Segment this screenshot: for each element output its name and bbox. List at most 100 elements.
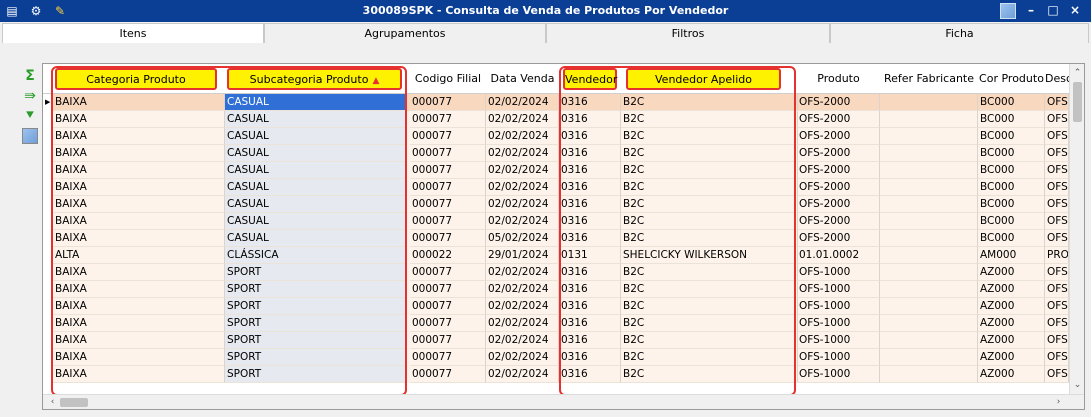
cell-categoria[interactable]: BAIXA bbox=[53, 111, 225, 128]
cell-codigo-filial[interactable]: 000077 bbox=[410, 315, 486, 332]
row-indicator[interactable] bbox=[43, 332, 53, 349]
cell-produto[interactable]: OFS-2000 bbox=[797, 162, 880, 179]
cell-refer-fabricante[interactable] bbox=[880, 247, 978, 264]
row-indicator[interactable] bbox=[43, 111, 53, 128]
cell-data-venda[interactable]: 02/02/2024 bbox=[486, 264, 559, 281]
cell-vendedor-apelido[interactable]: B2C bbox=[621, 281, 798, 298]
cell-vendedor[interactable]: 0316 bbox=[559, 111, 621, 128]
cell-subcategoria[interactable]: CASUAL bbox=[225, 162, 407, 179]
user-avatar-icon[interactable] bbox=[1000, 3, 1016, 19]
cell-desc[interactable]: OFS bbox=[1045, 264, 1069, 281]
row-indicator[interactable] bbox=[43, 366, 53, 383]
cell-codigo-filial[interactable]: 000077 bbox=[410, 366, 486, 383]
cell-codigo-filial[interactable]: 000077 bbox=[410, 179, 486, 196]
close-button[interactable]: × bbox=[1066, 3, 1084, 19]
cell-categoria[interactable]: BAIXA bbox=[53, 315, 225, 332]
cell-data-venda[interactable]: 02/02/2024 bbox=[486, 145, 559, 162]
cell-cor-produto[interactable]: AZ000 bbox=[978, 366, 1045, 383]
table-row[interactable]: BAIXACASUAL00007702/02/20240316B2COFS-20… bbox=[43, 196, 1084, 213]
cell-categoria[interactable]: BAIXA bbox=[53, 230, 225, 247]
scroll-left-icon[interactable]: ‹ bbox=[45, 395, 60, 409]
cell-codigo-filial[interactable]: 000077 bbox=[410, 94, 486, 111]
table-row[interactable]: BAIXA SPORT 000077 02/02/2024 0316 B2C OFS-100… bbox=[43, 315, 1084, 332]
cell-subcategoria[interactable]: SPORT bbox=[225, 315, 407, 332]
cell-cor-produto[interactable]: AZ000 bbox=[978, 298, 1045, 315]
cell-codigo-filial[interactable]: 000077 bbox=[410, 162, 486, 179]
column-header-data-venda[interactable]: Data Venda bbox=[486, 64, 559, 94]
cell-vendedor[interactable]: 0316 bbox=[559, 179, 621, 196]
cell-cor-produto[interactable]: BC000 bbox=[978, 196, 1045, 213]
cell-produto[interactable]: OFS-2000 bbox=[797, 196, 880, 213]
cell-vendedor-apelido[interactable]: B2C bbox=[621, 315, 798, 332]
cell-desc[interactable]: OFS bbox=[1045, 179, 1069, 196]
cell-refer-fabricante[interactable] bbox=[880, 145, 978, 162]
cell-vendedor-apelido[interactable]: B2C bbox=[621, 349, 798, 366]
row-indicator[interactable] bbox=[43, 145, 53, 162]
cell-subcategoria[interactable]: CLÁSSICA bbox=[225, 247, 407, 264]
cell-produto[interactable]: OFS-1000 bbox=[797, 366, 880, 383]
cell-vendedor-apelido[interactable]: B2C bbox=[621, 94, 798, 111]
cell-categoria[interactable]: ALTA bbox=[53, 247, 225, 264]
cell-vendedor[interactable]: 0316 bbox=[559, 213, 621, 230]
tab-ficha[interactable]: Ficha bbox=[830, 23, 1089, 43]
cell-codigo-filial[interactable]: 000077 bbox=[410, 264, 486, 281]
column-header-cor-produto[interactable]: Cor Produto bbox=[978, 64, 1045, 94]
cell-codigo-filial[interactable]: 000077 bbox=[410, 281, 486, 298]
column-header-vendedor-apelido[interactable]: Vendedor Apelido bbox=[626, 68, 781, 90]
cell-subcategoria[interactable]: CASUAL bbox=[225, 128, 407, 145]
user-photo-icon[interactable] bbox=[22, 128, 38, 144]
cell-data-venda[interactable]: 02/02/2024 bbox=[486, 94, 559, 111]
cell-refer-fabricante[interactable] bbox=[880, 298, 978, 315]
cell-cor-produto[interactable]: BC000 bbox=[978, 94, 1045, 111]
column-header-produto[interactable]: Produto bbox=[797, 64, 880, 94]
filter-down-icon[interactable]: ⯆ bbox=[22, 108, 38, 124]
scroll-down-icon[interactable]: ⌄ bbox=[1070, 378, 1084, 393]
column-header-subcategoria[interactable]: Subcategoria Produto ▲ bbox=[227, 68, 402, 90]
column-header-desc[interactable]: Desc bbox=[1045, 64, 1069, 94]
cell-refer-fabricante[interactable] bbox=[880, 264, 978, 281]
cell-cor-produto[interactable]: BC000 bbox=[978, 145, 1045, 162]
cell-vendedor[interactable]: 0316 bbox=[559, 332, 621, 349]
cell-vendedor[interactable]: 0316 bbox=[559, 162, 621, 179]
row-indicator[interactable] bbox=[43, 315, 53, 332]
table-row[interactable]: BAIXACASUAL00007702/02/20240316B2COFS-20… bbox=[43, 213, 1084, 230]
cell-desc[interactable]: OFS bbox=[1045, 213, 1069, 230]
cell-vendedor-apelido[interactable]: B2C bbox=[621, 230, 798, 247]
cell-categoria[interactable]: BAIXA bbox=[53, 128, 225, 145]
cell-desc[interactable]: OFS bbox=[1045, 366, 1069, 383]
scroll-up-icon[interactable]: ⌃ bbox=[1070, 66, 1084, 81]
cell-vendedor-apelido[interactable]: B2C bbox=[621, 179, 798, 196]
cell-subcategoria[interactable]: CASUAL bbox=[225, 179, 407, 196]
cell-refer-fabricante[interactable] bbox=[880, 332, 978, 349]
cell-produto[interactable]: OFS-2000 bbox=[797, 213, 880, 230]
row-indicator[interactable] bbox=[43, 94, 53, 111]
table-row[interactable]: BAIXA SPORT 000077 02/02/2024 0316 B2C OFS-100… bbox=[43, 349, 1084, 366]
cell-data-venda[interactable]: 02/02/2024 bbox=[486, 128, 559, 145]
cell-data-venda[interactable]: 02/02/2024 bbox=[486, 162, 559, 179]
cell-produto[interactable]: OFS-1000 bbox=[797, 349, 880, 366]
export-icon[interactable]: ⇛ bbox=[22, 88, 38, 104]
cell-codigo-filial[interactable]: 000077 bbox=[410, 128, 486, 145]
cell-vendedor[interactable]: 0316 bbox=[559, 196, 621, 213]
cell-vendedor[interactable]: 0316 bbox=[559, 128, 621, 145]
table-row[interactable]: ALTA CLÁSSICA 000022 29/01/2024 0131 SHELCICK… bbox=[43, 247, 1084, 264]
cell-vendedor-apelido[interactable]: B2C bbox=[621, 298, 798, 315]
row-indicator[interactable] bbox=[43, 196, 53, 213]
horizontal-scrollbar[interactable]: ‹ › bbox=[43, 394, 1084, 409]
cell-data-venda[interactable]: 02/02/2024 bbox=[486, 366, 559, 383]
cell-produto[interactable]: OFS-2000 bbox=[797, 179, 880, 196]
cell-cor-produto[interactable]: AZ000 bbox=[978, 315, 1045, 332]
cell-produto[interactable]: OFS-2000 bbox=[797, 230, 880, 247]
maximize-button[interactable]: □ bbox=[1044, 3, 1062, 19]
cell-vendedor-apelido[interactable]: B2C bbox=[621, 366, 798, 383]
vertical-scroll-thumb[interactable] bbox=[1073, 82, 1082, 122]
cell-cor-produto[interactable]: BC000 bbox=[978, 179, 1045, 196]
cell-categoria[interactable]: BAIXA bbox=[53, 213, 225, 230]
column-header-refer-fabricante[interactable]: Refer Fabricante bbox=[880, 64, 978, 94]
cell-subcategoria[interactable]: CASUAL bbox=[225, 196, 407, 213]
row-indicator[interactable] bbox=[43, 128, 53, 145]
cell-desc[interactable]: PRO bbox=[1045, 247, 1069, 264]
cell-vendedor-apelido[interactable]: B2C bbox=[621, 145, 798, 162]
cell-codigo-filial[interactable]: 000077 bbox=[410, 213, 486, 230]
cell-desc[interactable]: OFS bbox=[1045, 128, 1069, 145]
